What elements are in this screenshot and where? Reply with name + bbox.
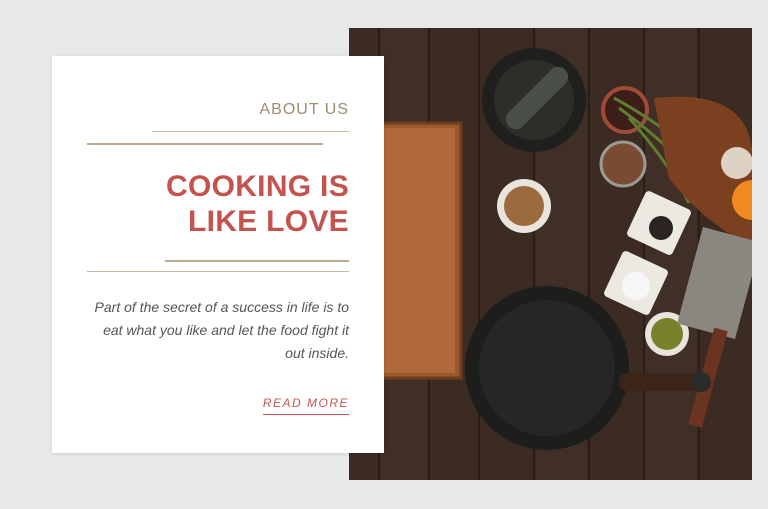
read-more-link[interactable]: READ MORE [262,396,349,415]
card-title-line: LIKE LOVE [187,205,349,238]
card-title: COOKING IS LIKE LOVE [89,169,349,239]
section-eyebrow: ABOUT US [259,101,349,118]
divider [87,271,349,272]
card-body-text: Part of the secret of a success in life … [94,299,349,361]
divider [152,131,349,132]
card-title-line: COOKING IS [165,170,349,203]
divider [87,143,323,145]
about-card: ABOUT US COOKING IS LIKE LOVE Part of th… [52,56,384,453]
kitchen-photo-illustration [349,28,752,480]
kitchen-photo [349,28,752,480]
divider [165,260,349,262]
